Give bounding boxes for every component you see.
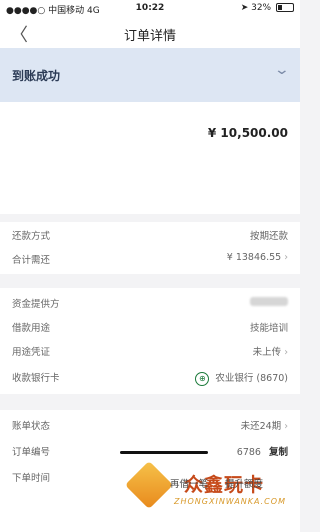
nav-bar: 〈 订单详情 — [0, 16, 300, 48]
chevron-right-icon: › — [284, 347, 288, 358]
page-title: 订单详情 — [123, 29, 176, 44]
blurred-provider — [250, 297, 288, 306]
order-number-label: 订单编号 — [12, 447, 51, 458]
fund-provider-value — [250, 296, 288, 307]
battery-percent: 32% — [251, 3, 272, 13]
chevron-down-icon[interactable]: ⌄ — [274, 62, 290, 78]
total-due-value-wrap: ¥ 13846.55 › — [227, 252, 288, 263]
chevron-right-icon: › — [284, 421, 288, 432]
total-due-value: ¥ 13846.55 — [226, 252, 282, 263]
loan-purpose-row: 借款用途 技能培训 — [0, 316, 300, 338]
bank-card-row: 收款银行卡 ⊕ 农业银行 (8670) — [0, 366, 300, 388]
voucher-label: 用途凭证 — [12, 347, 51, 358]
order-time-label: 下单时间 — [12, 473, 51, 484]
bill-state-row[interactable]: 账单状态 未还24期 › — [0, 414, 300, 436]
watermark: 众鑫玩卡 ZHONGXINWANKA.COM — [118, 460, 298, 520]
chevron-right-icon: › — [284, 252, 288, 263]
bank-card-label: 收款银行卡 — [12, 373, 60, 384]
order-number-value-wrap: 6786 复制 — [237, 444, 288, 458]
repayment-card: 还款方式 按期还款 合计需还 ¥ 13846.55 › — [0, 222, 300, 274]
voucher-value-wrap: 未上传 › — [253, 344, 288, 358]
repayment-method-label: 还款方式 — [12, 231, 51, 242]
battery-icon — [276, 3, 294, 12]
status-text: 到账成功 — [12, 69, 61, 83]
watermark-logo-icon — [124, 460, 174, 510]
repayment-method-value: 按期还款 — [249, 231, 288, 242]
fund-provider-row: 资金提供方 — [0, 292, 300, 314]
amount-card: ¥ 10,500.00 — [0, 102, 300, 214]
redaction-mark — [120, 451, 208, 454]
loan-purpose-label: 借款用途 — [12, 323, 51, 334]
order-number-value: 6786 — [236, 447, 261, 458]
repayment-method-row: 还款方式 按期还款 — [0, 224, 300, 246]
bottom-actions: 再借一笔 提升额度 — [170, 476, 277, 490]
total-due-row[interactable]: 合计需还 ¥ 13846.55 › — [0, 248, 300, 270]
bill-state-label: 账单状态 — [12, 421, 51, 432]
agricultural-bank-icon: ⊕ — [195, 371, 210, 386]
bill-state-value-wrap: 未还24期 › — [241, 418, 288, 432]
fund-provider-label: 资金提供方 — [12, 299, 60, 310]
location-icon: ➤ — [240, 3, 249, 13]
status-banner[interactable]: 到账成功 ⌄ — [0, 48, 300, 102]
total-due-label: 合计需还 — [12, 255, 51, 266]
bank-card-value-wrap: ⊕ 农业银行 (8670) — [195, 370, 288, 386]
status-bar: ●●●●○ 中国移动 4G 10:22 ➤ 32% — [0, 0, 300, 16]
watermark-subtitle: ZHONGXINWANKA.COM — [174, 497, 286, 506]
bank-card-value: 农业银行 (8670) — [215, 373, 288, 384]
loan-purpose-value: 技能培训 — [249, 323, 288, 334]
system-indicators: ➤ 32% — [241, 3, 294, 13]
funding-card: 资金提供方 借款用途 技能培训 用途凭证 未上传 › 收款银行卡 ⊕ 农业银行 (8… — [0, 288, 300, 394]
bill-state-value: 未还24期 — [240, 421, 282, 432]
battery-fill — [278, 5, 282, 10]
raise-limit-button[interactable]: 提升额度 — [225, 479, 263, 490]
voucher-row[interactable]: 用途凭证 未上传 › — [0, 340, 300, 362]
copy-button[interactable]: 复制 — [269, 447, 288, 458]
voucher-value: 未上传 — [252, 347, 282, 358]
loan-amount: ¥ 10,500.00 — [207, 126, 288, 140]
borrow-again-button[interactable]: 再借一笔 — [170, 479, 208, 490]
